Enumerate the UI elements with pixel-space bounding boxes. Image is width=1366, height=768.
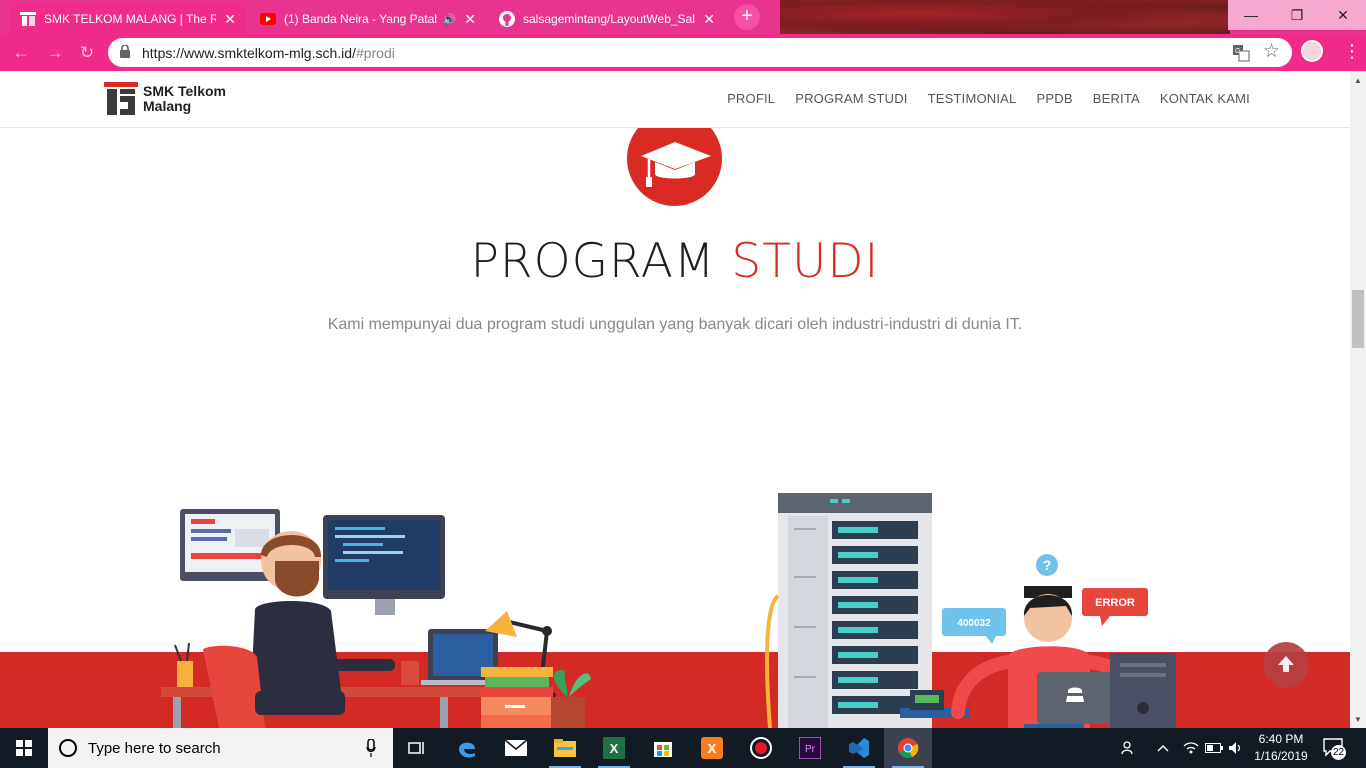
notification-badge: 22 xyxy=(1331,745,1347,760)
bubble-right-text: ERROR xyxy=(1095,597,1135,609)
back-icon[interactable]: ← xyxy=(10,42,32,64)
developer-desk-illustration xyxy=(161,509,591,728)
cortana-icon[interactable] xyxy=(59,739,77,757)
site-logo[interactable]: SMK Telkom Malang xyxy=(104,82,226,115)
youtube-icon xyxy=(260,11,276,27)
browser-toolbar: ← → ↻ https://www.smktelkom-mlg.sch.id/#… xyxy=(0,34,1366,71)
logo-line-2: Malang xyxy=(143,97,192,114)
clock-time: 6:40 PM xyxy=(1258,732,1304,746)
section-title-accent: STUDI xyxy=(731,234,880,289)
system-clock[interactable]: 6:40 PM 1/16/2019 xyxy=(1245,731,1317,765)
lock-icon xyxy=(120,45,130,58)
svg-text:G: G xyxy=(1235,48,1240,55)
tab-smk-telkom[interactable]: SMK TELKOM MALANG | The Real ✕ xyxy=(10,4,246,34)
scroll-down-arrow-icon[interactable]: ▼ xyxy=(1354,715,1362,724)
chevron-up-icon[interactable] xyxy=(1152,728,1174,768)
speaker-icon[interactable]: 🔊 xyxy=(443,13,457,26)
vscode-icon[interactable] xyxy=(835,728,883,768)
windows-logo-icon xyxy=(16,740,32,756)
windows-taskbar: Type here to search X X Pr 6:40 PM 1/16/… xyxy=(0,728,1366,768)
github-icon xyxy=(499,11,515,27)
scrollbar-thumb[interactable] xyxy=(1352,290,1364,348)
close-tab-icon[interactable]: ✕ xyxy=(703,11,715,28)
start-button[interactable] xyxy=(0,728,48,768)
store-icon[interactable] xyxy=(639,728,687,768)
scroll-up-arrow-icon[interactable]: ▲ xyxy=(1354,76,1362,85)
microphone-icon[interactable] xyxy=(366,739,376,757)
smk-telkom-logo-mark xyxy=(104,82,138,115)
window-background-art xyxy=(780,0,1230,34)
url-path: #prodi xyxy=(355,45,395,61)
page-viewport: SMK Telkom Malang PROFIL PROGRAM STUDI T… xyxy=(0,71,1350,728)
nav-berita[interactable]: BERITA xyxy=(1093,91,1140,106)
restore-icon[interactable]: ❐ xyxy=(1274,0,1320,30)
section-subtitle: Kami mempunyai dua program studi unggula… xyxy=(327,316,1023,333)
section-title-main: PROGRAM xyxy=(470,234,716,289)
nav-program-studi[interactable]: PROGRAM STUDI xyxy=(795,91,907,106)
section-title: PROGRAM STUDI xyxy=(0,234,1350,289)
svg-text:X: X xyxy=(610,741,619,756)
back-to-top-button[interactable] xyxy=(1263,642,1309,688)
tab-youtube[interactable]: (1) Banda Neira - Yang Patah 🔊 ✕ xyxy=(250,4,486,34)
tab-github[interactable]: salsagemintang/LayoutWeb_Salsa ✕ xyxy=(489,4,725,34)
tab-title: (1) Banda Neira - Yang Patah xyxy=(284,12,437,26)
nav-ppdb[interactable]: PPDB xyxy=(1037,91,1073,106)
svg-text:X: X xyxy=(708,741,717,756)
url-text: https://www.smktelkom-mlg.sch.id/#prodi xyxy=(142,45,395,61)
tab-strip: SMK TELKOM MALANG | The Real ✕ (1) Banda… xyxy=(0,0,1366,34)
task-view-icon[interactable] xyxy=(393,728,441,768)
close-tab-icon[interactable]: ✕ xyxy=(224,11,236,28)
volume-icon[interactable] xyxy=(1225,728,1247,768)
address-bar[interactable]: https://www.smktelkom-mlg.sch.id/#prodi … xyxy=(108,38,1292,67)
premiere-icon[interactable]: Pr xyxy=(786,728,834,768)
tab-title: salsagemintang/LayoutWeb_Salsa xyxy=(523,12,696,26)
action-center-icon[interactable]: 22 xyxy=(1322,736,1347,760)
minimize-icon[interactable]: — xyxy=(1228,0,1274,30)
file-explorer-icon[interactable] xyxy=(541,728,589,768)
xampp-icon[interactable]: X xyxy=(688,728,736,768)
search-placeholder: Type here to search xyxy=(88,740,221,757)
battery-icon[interactable] xyxy=(1203,728,1225,768)
page-scrollbar[interactable]: ▲ ▼ xyxy=(1350,71,1366,728)
smk-telkom-favicon xyxy=(20,11,36,27)
question-mark: ? xyxy=(1043,557,1052,573)
taskbar-search[interactable]: Type here to search xyxy=(48,728,393,768)
chrome-icon[interactable] xyxy=(884,728,932,768)
forward-icon[interactable]: → xyxy=(44,42,66,64)
main-nav: PROFIL PROGRAM STUDI TESTIMONIAL PPDB BE… xyxy=(727,91,1250,106)
close-tab-icon[interactable]: ✕ xyxy=(464,11,476,28)
clock-date: 1/16/2019 xyxy=(1254,749,1308,763)
svg-text:Pr: Pr xyxy=(805,744,816,755)
profile-avatar[interactable] xyxy=(1301,40,1323,62)
record-icon[interactable] xyxy=(737,728,785,768)
bookmark-star-icon[interactable]: ☆ xyxy=(1263,40,1280,63)
nav-kontak-kami[interactable]: KONTAK KAMI xyxy=(1160,91,1250,106)
bubble-left-text: 400032 xyxy=(957,618,991,629)
tab-title: SMK TELKOM MALANG | The Real xyxy=(44,12,217,26)
pc-tower-icon xyxy=(1110,653,1176,728)
edge-icon[interactable] xyxy=(443,728,491,768)
url-host: https://www.smktelkom-mlg.sch.id/ xyxy=(142,45,356,61)
arrow-up-icon xyxy=(1278,656,1294,672)
site-header: SMK Telkom Malang PROFIL PROGRAM STUDI T… xyxy=(0,71,1350,128)
wifi-icon[interactable] xyxy=(1180,728,1202,768)
close-window-icon[interactable]: ✕ xyxy=(1320,0,1366,30)
nav-testimonial[interactable]: TESTIMONIAL xyxy=(928,91,1017,106)
menu-icon[interactable]: ⋮ xyxy=(1343,40,1361,62)
logo-line-1: SMK Telkom xyxy=(143,82,226,99)
reload-icon[interactable]: ↻ xyxy=(76,42,98,64)
people-icon[interactable] xyxy=(1116,728,1142,768)
translate-icon[interactable]: G xyxy=(1232,44,1250,62)
excel-icon[interactable]: X xyxy=(590,728,638,768)
logo-wordmark: SMK Telkom Malang xyxy=(143,82,226,114)
new-tab-button[interactable]: + xyxy=(734,4,760,30)
mail-icon[interactable] xyxy=(492,728,540,768)
nav-profil[interactable]: PROFIL xyxy=(727,91,775,106)
